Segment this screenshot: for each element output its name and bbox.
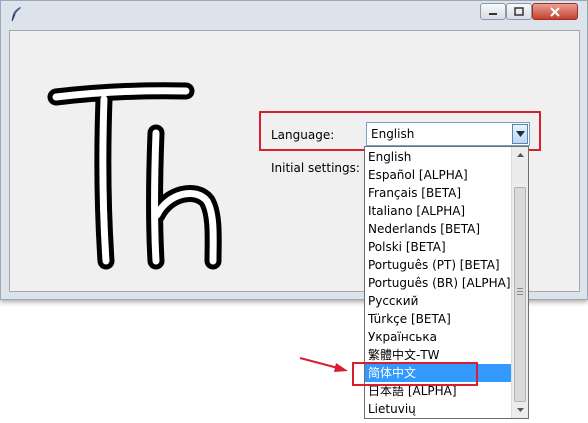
scroll-thumb[interactable]: [514, 187, 526, 402]
dropdown-option[interactable]: English: [365, 148, 511, 166]
selection-highlight-box: [352, 362, 478, 386]
dropdown-option[interactable]: Lietuvių: [365, 400, 511, 418]
initial-settings-label: Initial settings:: [271, 161, 360, 175]
minimize-icon: [489, 12, 497, 15]
title-bar[interactable]: [1, 1, 587, 27]
dropdown-option[interactable]: Español [ALPHA]: [365, 166, 511, 184]
maximize-icon: [514, 7, 524, 16]
dropdown-option[interactable]: Français [BETA]: [365, 184, 511, 202]
dropdown-option[interactable]: Português (PT) [BETA]: [365, 256, 511, 274]
close-button[interactable]: [532, 3, 578, 20]
scroll-grip-icon: [517, 288, 523, 297]
dropdown-option[interactable]: Italiano [ALPHA]: [365, 202, 511, 220]
scroll-down-icon: [516, 408, 524, 412]
annotation-arrow-icon: [299, 357, 348, 372]
dropdown-option[interactable]: Русский: [365, 292, 511, 310]
minimize-button[interactable]: [480, 3, 506, 20]
maximize-button[interactable]: [506, 3, 532, 20]
dropdown-option[interactable]: Português (BR) [ALPHA]: [365, 274, 511, 292]
language-highlight-box: [259, 111, 541, 151]
scroll-up-icon: [516, 153, 524, 157]
dropdown-option[interactable]: Polski [BETA]: [365, 238, 511, 256]
close-icon: [550, 6, 560, 17]
th-logo: [47, 82, 222, 270]
scroll-down-button[interactable]: [512, 402, 528, 418]
dropdown-option[interactable]: Nederlands [BETA]: [365, 220, 511, 238]
dropdown-option[interactable]: Українська: [365, 328, 511, 346]
dropdown-scrollbar[interactable]: [511, 147, 528, 418]
feather-icon: [11, 7, 21, 22]
dropdown-option[interactable]: Türkçe [BETA]: [365, 310, 511, 328]
scroll-up-button[interactable]: [512, 147, 528, 163]
